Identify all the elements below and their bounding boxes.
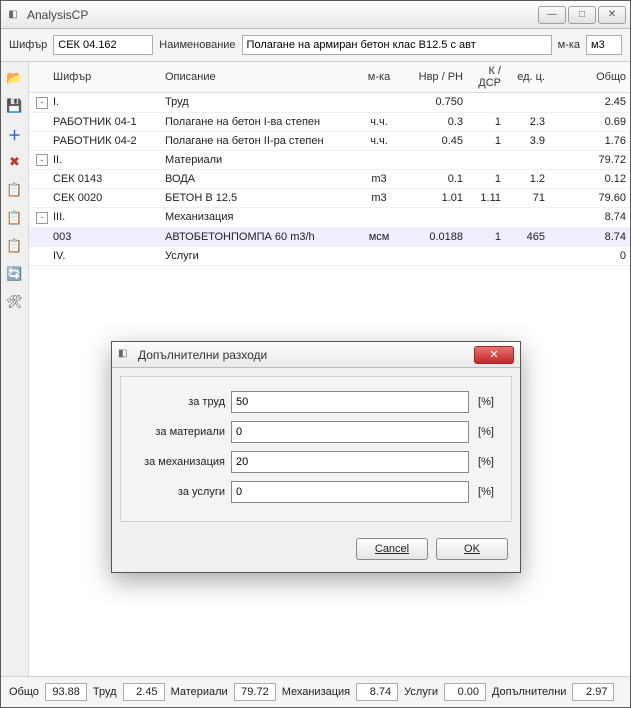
- svc-pct: [%]: [475, 486, 497, 498]
- mech-label: за механизация: [135, 456, 225, 468]
- dialog-buttons: Cancel OK: [112, 530, 520, 572]
- materials-input[interactable]: [231, 421, 469, 443]
- dialog-body: за труд [%] за материали [%] за механиза…: [120, 376, 512, 522]
- svc-label: за услуги: [135, 486, 225, 498]
- dialog-title: Допълнителни разходи: [138, 348, 474, 362]
- cancel-button[interactable]: Cancel: [356, 538, 428, 560]
- materials-label: за материали: [135, 426, 225, 438]
- extra-costs-dialog: ◧ Допълнителни разходи ✕ за труд [%] за …: [111, 341, 521, 573]
- svc-input[interactable]: [231, 481, 469, 503]
- labor-pct: [%]: [475, 396, 497, 408]
- dialog-icon: ◧: [118, 348, 132, 362]
- dialog-close-button[interactable]: ✕: [474, 346, 514, 364]
- dialog-titlebar: ◧ Допълнителни разходи ✕: [112, 342, 520, 368]
- labor-input[interactable]: [231, 391, 469, 413]
- mech-pct: [%]: [475, 456, 497, 468]
- ok-button[interactable]: OK: [436, 538, 508, 560]
- labor-label: за труд: [135, 396, 225, 408]
- materials-pct: [%]: [475, 426, 497, 438]
- mech-input[interactable]: [231, 451, 469, 473]
- dialog-overlay: ◧ Допълнителни разходи ✕ за труд [%] за …: [1, 1, 630, 707]
- main-window: ◧ AnalysisCP — □ ✕ Шифър Наименование м-…: [0, 0, 631, 708]
